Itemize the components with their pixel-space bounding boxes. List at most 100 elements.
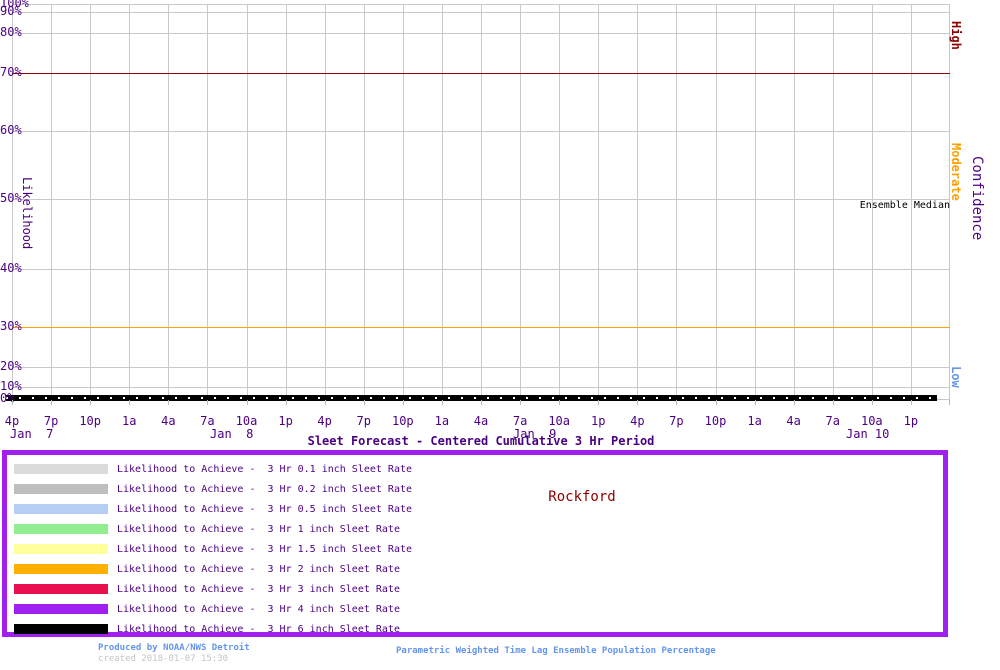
y-tick-label: 20%: [0, 359, 22, 373]
x-gridline: [129, 4, 130, 400]
legend-label: Likelihood to Achieve - 3 Hr 4 inch Slee…: [117, 603, 400, 615]
x-tick-label: 7a: [200, 414, 215, 428]
x-tick-mark: [794, 400, 795, 405]
x-tick-label: 7p: [356, 414, 371, 428]
x-tick-mark: [598, 400, 599, 405]
x-tick-mark: [872, 400, 873, 405]
high-threshold-line: [12, 73, 950, 74]
x-gridline: [794, 4, 795, 400]
legend-items: Likelihood to Achieve - 3 Hr 0.1 inch Sl…: [7, 459, 943, 639]
legend-label: Likelihood to Achieve - 3 Hr 3 inch Slee…: [117, 583, 400, 595]
x-gridline: [755, 4, 756, 400]
x-gridline: [403, 4, 404, 400]
legend-swatch: [14, 504, 108, 514]
x-tick-label: 10a: [860, 414, 883, 428]
x-gridline: [598, 4, 599, 400]
legend-label: Likelihood to Achieve - 3 Hr 2 inch Slee…: [117, 563, 400, 575]
x-tick-mark: [481, 400, 482, 405]
x-tick-mark: [129, 400, 130, 405]
x-tick-label: 4p: [317, 414, 332, 428]
legend-row: Likelihood to Achieve - 3 Hr 0.5 inch Sl…: [7, 499, 943, 519]
legend-swatch: [14, 464, 108, 474]
x-tick-mark: [90, 400, 91, 405]
x-tick-label: 10a: [548, 414, 570, 428]
x-tick-mark: [325, 400, 326, 405]
x-tick-label: 4p: [630, 414, 645, 428]
confidence-label-low: Low: [949, 366, 963, 388]
data-point-markers: [6, 397, 937, 399]
x-tick-mark: [12, 400, 13, 405]
x-gridline: [286, 4, 287, 400]
x-tick-label: 7a: [825, 414, 840, 428]
x-gridline: [676, 4, 677, 400]
x-tick-mark: [637, 400, 638, 405]
legend-row: Likelihood to Achieve - 3 Hr 6 inch Slee…: [7, 619, 943, 639]
x-gridline: [325, 4, 326, 400]
legend-swatch: [14, 524, 108, 534]
confidence-label-high: High: [949, 21, 963, 50]
x-gridline: [559, 4, 560, 400]
legend-label: Likelihood to Achieve - 3 Hr 0.2 inch Sl…: [117, 483, 413, 495]
x-gridline: [207, 4, 208, 400]
x-tick-label: 4a: [161, 414, 176, 428]
legend-swatch: [14, 564, 108, 574]
x-tick-mark: [911, 400, 912, 405]
x-tick-label: 10a: [235, 414, 258, 428]
x-tick-label: 1p: [591, 414, 606, 428]
legend-row: Likelihood to Achieve - 3 Hr 2 inch Slee…: [7, 559, 943, 579]
legend-label: Likelihood to Achieve - 3 Hr 6 inch Slee…: [117, 623, 400, 635]
method-label: Parametric Weighted Time Lag Ensemble Po…: [396, 646, 716, 656]
legend-row: Likelihood to Achieve - 3 Hr 1 inch Slee…: [7, 519, 943, 539]
y-tick-label: 80%: [0, 25, 22, 39]
x-tick-mark: [442, 400, 443, 405]
y-tick-label: 50%: [0, 191, 22, 205]
x-tick-mark: [51, 400, 52, 405]
legend-label: Likelihood to Achieve - 3 Hr 1.5 inch Sl…: [117, 543, 413, 555]
chart-title: Sleet Forecast - Centered Cumulative 3 H…: [307, 434, 655, 448]
x-tick-label: 1a: [747, 414, 762, 428]
x-gridline: [442, 4, 443, 400]
legend-row: Likelihood to Achieve - 3 Hr 0.2 inch Sl…: [7, 479, 943, 499]
right-axis-title: Confidence: [969, 156, 985, 241]
x-tick-label: 7p: [669, 414, 684, 428]
x-tick-mark: [676, 400, 677, 405]
x-tick-mark: [364, 400, 365, 405]
y-tick-label: 60%: [0, 123, 22, 137]
y-tick-label: 70%: [0, 65, 22, 79]
x-gridline: [520, 4, 521, 400]
legend-swatch: [14, 484, 108, 494]
legend-row: Likelihood to Achieve - 3 Hr 0.1 inch Sl…: [7, 459, 943, 479]
ensemble-median-label: Ensemble Median: [859, 200, 950, 211]
x-tick-mark: [247, 400, 248, 405]
x-gridline: [637, 4, 638, 400]
x-gridline: [247, 4, 248, 400]
ensemble-median-line: [6, 395, 937, 401]
y-tick-label: 90%: [0, 4, 22, 18]
x-tick-label: 7p: [43, 414, 59, 428]
x-gridline: [168, 4, 169, 400]
x-gridline: [716, 4, 717, 400]
x-tick-mark: [755, 400, 756, 405]
x-tick-mark: [520, 400, 521, 405]
x-tick-label: 4p: [4, 414, 20, 428]
x-tick-label: 10p: [704, 414, 727, 428]
x-gridline: [481, 4, 482, 400]
legend-swatch: [14, 584, 108, 594]
created-timestamp: created 2018-01-07 15:30: [98, 654, 229, 664]
x-tick-label: 7a: [512, 414, 528, 428]
plot-area: [6, 4, 950, 401]
x-tick-label: 1p: [278, 414, 293, 428]
legend-swatch: [14, 604, 108, 614]
x-tick-mark: [716, 400, 717, 405]
legend-row: Likelihood to Achieve - 3 Hr 4 inch Slee…: [7, 599, 943, 619]
confidence-label-moderate: Moderate: [949, 143, 963, 201]
x-tick-label: 1p: [903, 414, 919, 428]
x-gridline: [364, 4, 365, 400]
station-label: Rockford: [548, 489, 616, 505]
x-tick-label: 1a: [122, 414, 137, 428]
legend-box: Likelihood to Achieve - 3 Hr 0.1 inch Sl…: [2, 450, 948, 637]
legend-swatch: [14, 624, 108, 634]
x-tick-mark: [207, 400, 208, 405]
x-tick-mark: [168, 400, 169, 405]
x-tick-label: 1a: [434, 414, 450, 428]
